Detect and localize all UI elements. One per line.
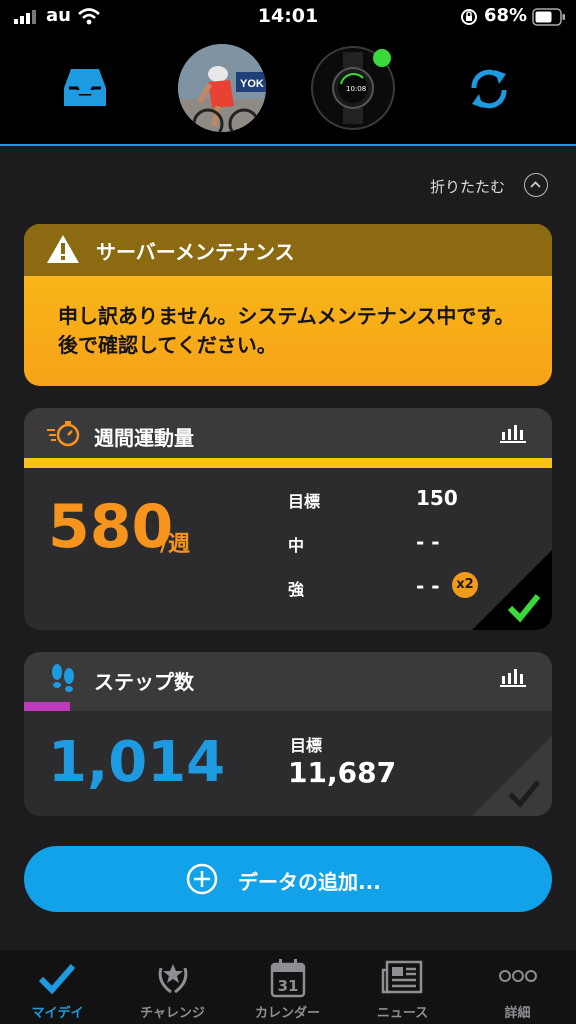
more-icon: [499, 970, 537, 982]
weekly-progress-track: [24, 458, 552, 468]
footsteps-icon: [52, 664, 74, 692]
chevron-up-icon: [530, 181, 541, 188]
vigorous-value: - -: [416, 574, 440, 598]
tab-calendar[interactable]: 31 カレンダー: [230, 950, 345, 1024]
inbox-button[interactable]: [62, 66, 108, 110]
tab-challenges[interactable]: チャレンジ: [115, 950, 230, 1024]
tab-label: カレンダー: [254, 1006, 320, 1021]
tab-label: 詳細: [504, 1006, 531, 1021]
add-data-button[interactable]: データの追加...: [24, 846, 552, 912]
alert-message: 申し訳ありません。システムメンテナンス中です。後で確認してください。: [58, 304, 515, 357]
cyclist-photo: YOK: [178, 44, 266, 132]
maintenance-alert-card: サーバーメンテナンス 申し訳ありません。システムメンテナンス中です。後で確認して…: [24, 224, 552, 386]
stopwatch-icon: [47, 421, 80, 447]
steps-value: 1,014: [48, 730, 226, 795]
tab-label: マイデイ: [31, 1006, 84, 1021]
tab-label: チャレンジ: [140, 1006, 205, 1021]
sync-button[interactable]: [466, 66, 512, 112]
check-icon: [38, 964, 76, 995]
status-bar: au 14:01 68%: [0, 0, 576, 34]
warning-icon: [47, 235, 79, 263]
svg-text:YOK: YOK: [240, 78, 264, 90]
bar-chart-icon[interactable]: [500, 422, 526, 444]
battery-percent: 68%: [484, 5, 528, 26]
moderate-label: 中: [288, 536, 305, 555]
plus-circle-icon: [186, 863, 218, 895]
tab-news[interactable]: ニュース: [345, 950, 460, 1024]
battery-icon: [532, 8, 565, 26]
card-title: 週間運動量: [94, 426, 194, 450]
add-data-label: データの追加...: [238, 870, 381, 894]
laurel-icon: [158, 964, 188, 994]
steps-goal-value: 11,687: [288, 756, 397, 789]
collapse-label[interactable]: 折りたたむ: [430, 176, 505, 197]
steps-goal-label: 目標: [290, 736, 323, 755]
newspaper-icon: [381, 960, 423, 994]
vigorous-label: 強: [288, 580, 305, 599]
tab-my-day[interactable]: マイデイ: [0, 950, 115, 1024]
goal-status-corner: [472, 736, 552, 816]
alert-title: サーバーメンテナンス: [96, 240, 295, 264]
sync-icon: [471, 69, 507, 109]
goal-achieved-corner: [472, 550, 552, 630]
weekly-progress-fill: [24, 458, 552, 468]
profile-avatar[interactable]: YOK: [178, 44, 266, 132]
connection-status-dot: [373, 49, 391, 67]
steps-progress-fill: [24, 702, 70, 711]
tab-label: ニュース: [376, 1006, 429, 1021]
goal-label: 目標: [288, 492, 321, 511]
svg-text:10:08: 10:08: [346, 85, 366, 93]
collapse-button[interactable]: [524, 173, 548, 197]
orientation-lock-icon: [461, 9, 477, 25]
svg-text:31: 31: [278, 977, 299, 995]
weekly-unit: /週: [160, 532, 191, 557]
weekly-minutes-value: 580: [48, 492, 174, 562]
weekly-activity-card[interactable]: 週間運動量 580 /週 目標 150 中 - - 強 - - x2: [24, 408, 552, 630]
card-title: ステップ数: [94, 670, 194, 694]
tab-bar: マイデイ チャレンジ 31 カレンダー ニュース 詳細: [0, 950, 576, 1024]
moderate-value: - -: [416, 530, 440, 554]
bar-chart-icon[interactable]: [500, 666, 526, 688]
steps-card[interactable]: ステップ数 1,014 目標 11,687: [24, 652, 552, 816]
inbox-icon: [64, 69, 106, 106]
steps-progress-track: [24, 702, 552, 711]
goal-value: 150: [416, 486, 458, 510]
calendar-icon: 31: [270, 959, 306, 998]
tab-more[interactable]: 詳細: [460, 950, 575, 1024]
